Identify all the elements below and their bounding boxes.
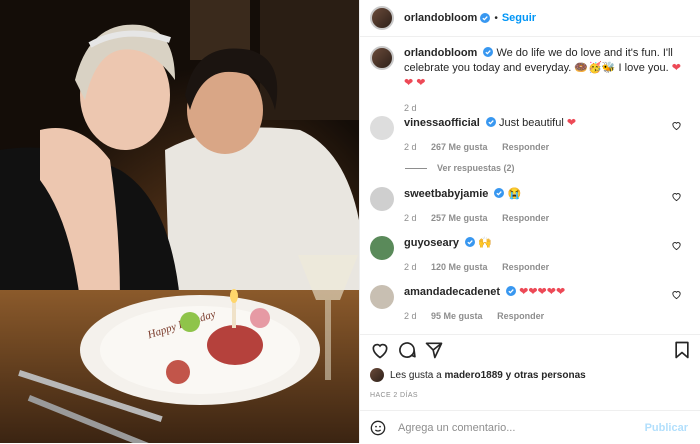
commenter-username[interactable]: amandadecadenet (404, 286, 500, 298)
caption-time[interactable]: 2 d (404, 101, 684, 116)
verified-badge-icon (485, 117, 496, 127)
comment-emoji: 😭 (507, 188, 522, 200)
comment-time[interactable]: 2 d (404, 213, 417, 223)
verified-badge-icon (465, 237, 476, 247)
comment-likes[interactable]: 120 Me gusta (431, 262, 488, 272)
commenter-avatar[interactable] (370, 187, 394, 211)
reply-button[interactable]: Responder (502, 213, 549, 223)
follow-button[interactable]: Seguir (502, 12, 536, 24)
comment-heart-icon[interactable] (671, 289, 682, 300)
photo-illustration: Happy Birthday (0, 0, 359, 443)
comment-item: vinessaofficial Just beautiful ❤ 2 d 267… (370, 116, 690, 154)
likes-suffix[interactable]: y otras personas (506, 370, 586, 381)
comment-emoji: ❤ (566, 117, 577, 129)
commenter-avatar[interactable] (370, 116, 394, 140)
comment-likes[interactable]: 257 Me gusta (431, 213, 488, 223)
post-photo[interactable]: Happy Birthday (0, 0, 360, 443)
verified-badge-icon (483, 47, 494, 57)
save-icon[interactable] (672, 340, 692, 360)
reply-button[interactable]: Responder (497, 311, 544, 321)
reply-button[interactable]: Responder (502, 142, 549, 152)
post-header: orlandobloom • Seguir (360, 0, 700, 37)
post-side-panel: orlandobloom • Seguir orlandobloom We do… (360, 0, 700, 443)
reply-button[interactable]: Responder (502, 262, 549, 272)
caption-avatar[interactable] (370, 46, 394, 70)
comment-heart-icon[interactable] (671, 191, 682, 202)
comment-item: sweetbabyjamie 😭 2 d 257 Me gusta Respon… (370, 187, 690, 225)
comment-item: amandadecadenet ❤❤❤❤❤ 2 d 95 Me gusta Re… (370, 285, 690, 323)
verified-badge-icon (480, 13, 491, 23)
comment-heart-icon[interactable] (671, 240, 682, 251)
commenter-avatar[interactable] (370, 236, 394, 260)
share-icon[interactable] (424, 340, 444, 360)
caption-username[interactable]: orlandobloom (404, 47, 477, 59)
verified-badge-icon (506, 286, 517, 296)
comment-item: guyoseary 🙌 2 d 120 Me gusta Responder (370, 236, 690, 274)
commenter-username[interactable]: guyoseary (404, 237, 459, 249)
post-caption: orlandobloom We do life we do love and i… (370, 46, 690, 116)
view-replies-label: Ver respuestas (2) (437, 163, 515, 173)
comment-text: Just beautiful (498, 117, 564, 129)
action-bar (360, 334, 700, 365)
comment-time[interactable]: 2 d (404, 311, 417, 321)
comment-heart-icon[interactable] (671, 120, 682, 131)
commenter-avatar[interactable] (370, 285, 394, 309)
follow-separator: • (494, 12, 498, 24)
post-timestamp[interactable]: HACE 2 DÍAS (370, 392, 418, 399)
like-icon[interactable] (370, 340, 390, 360)
comment-emoji: ❤❤❤❤❤ (519, 286, 566, 298)
author-username[interactable]: orlandobloom (404, 12, 477, 24)
comment-likes[interactable]: 267 Me gusta (431, 142, 488, 152)
verified-badge-icon (494, 188, 505, 198)
likes-summary: Les gusta a madero1889 y otras personas (370, 368, 586, 382)
add-comment-bar: Publicar (360, 410, 700, 444)
commenter-username[interactable]: sweetbabyjamie (404, 188, 488, 200)
comment-emoji: 🙌 (478, 237, 492, 249)
liker-avatar[interactable] (370, 368, 384, 382)
likes-prefix: Les gusta a (390, 369, 442, 381)
comment-time[interactable]: 2 d (404, 262, 417, 272)
comment-likes[interactable]: 95 Me gusta (431, 311, 483, 321)
liker-username[interactable]: madero1889 (445, 370, 503, 381)
comment-icon[interactable] (397, 340, 417, 360)
comment-input[interactable] (396, 420, 640, 435)
replies-line (405, 167, 427, 169)
publish-button[interactable]: Publicar (645, 422, 688, 434)
view-replies-button[interactable]: Ver respuestas (2) (405, 163, 515, 173)
emoji-icon[interactable] (370, 420, 386, 436)
comment-time[interactable]: 2 d (404, 142, 417, 152)
commenter-username[interactable]: vinessaofficial (404, 117, 480, 129)
author-avatar[interactable] (370, 6, 394, 30)
